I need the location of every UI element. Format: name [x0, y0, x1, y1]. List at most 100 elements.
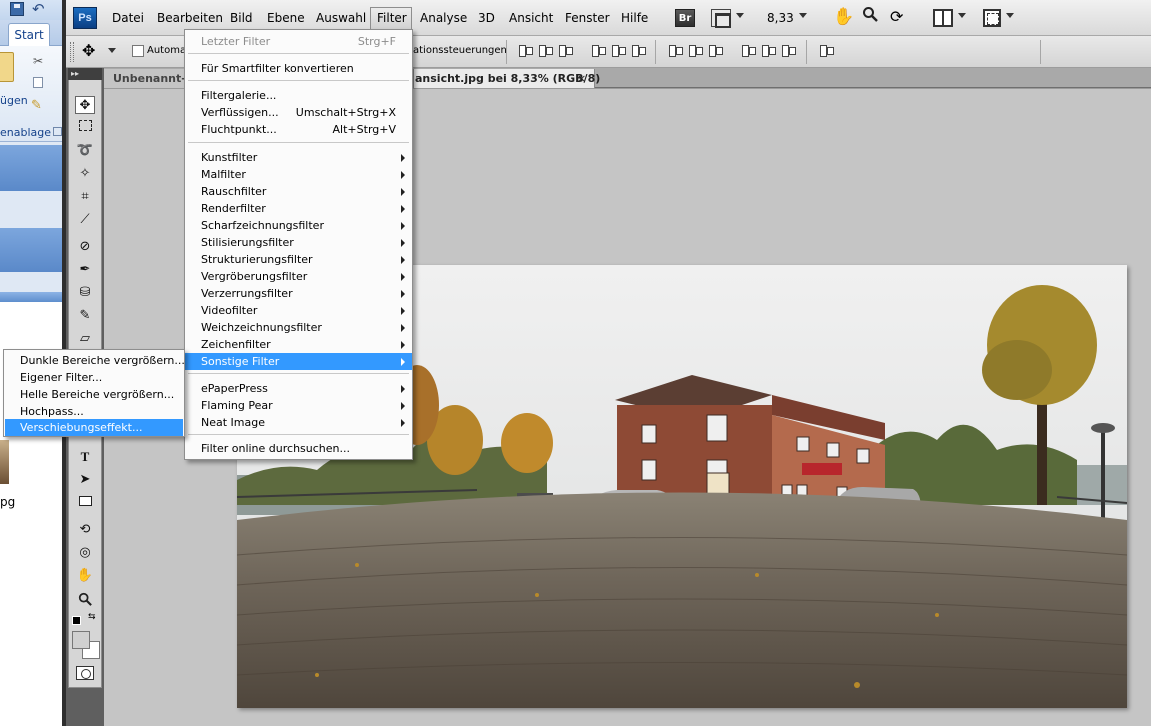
- tool-preset-chevron-icon[interactable]: [108, 48, 116, 53]
- menu-analyse[interactable]: Analyse: [420, 11, 467, 25]
- brush-tool[interactable]: ✒: [75, 261, 95, 279]
- align-left-icon[interactable]: [590, 43, 606, 57]
- image-thumbnail[interactable]: [0, 440, 9, 484]
- undo-icon[interactable]: ↶: [32, 0, 45, 18]
- menu-item-verfluessigen[interactable]: Verflüssigen... Umschalt+Strg+X: [185, 104, 412, 121]
- close-icon[interactable]: ×: [577, 72, 586, 85]
- distribute-bottom-icon[interactable]: [707, 43, 723, 57]
- menu-item-stilisierungsfilter[interactable]: Stilisierungsfilter: [185, 234, 412, 251]
- menu-datei[interactable]: Datei: [112, 11, 144, 25]
- arrange-documents-button[interactable]: [933, 9, 953, 27]
- screen-mode-button[interactable]: [983, 9, 1001, 27]
- word-tab-start[interactable]: Start: [8, 23, 50, 46]
- menu-bearbeiten[interactable]: Bearbeiten: [157, 11, 223, 25]
- paste-icon[interactable]: [0, 52, 14, 82]
- menu-item-vergroeberungsfilter[interactable]: Vergröberungsfilter: [185, 268, 412, 285]
- type-tool[interactable]: T: [75, 448, 95, 466]
- menu-item-kunstfilter[interactable]: Kunstfilter: [185, 149, 412, 166]
- menu-item-verzerrungsfilter[interactable]: Verzerrungsfilter: [185, 285, 412, 302]
- submenu-item-helle-bereiche[interactable]: Helle Bereiche vergrößern...: [5, 386, 183, 403]
- menu-item-epaperpress[interactable]: ePaperPress: [185, 380, 412, 397]
- 3d-rotate-tool[interactable]: ⟲: [75, 521, 95, 539]
- chevron-down-icon[interactable]: [958, 13, 966, 18]
- distribute-left-icon[interactable]: [740, 43, 756, 57]
- distribute-top-icon[interactable]: [667, 43, 683, 57]
- auto-align-layers-icon[interactable]: [818, 43, 834, 57]
- move-tool-icon[interactable]: ✥: [82, 41, 95, 60]
- distribute-right-icon[interactable]: [780, 43, 796, 57]
- lasso-tool[interactable]: ➰: [75, 142, 95, 160]
- submenu-item-eigener-filter[interactable]: Eigener Filter...: [5, 369, 183, 386]
- zoom-tool-icon[interactable]: [862, 6, 878, 22]
- menu-item-renderfilter[interactable]: Renderfilter: [185, 200, 412, 217]
- foreground-color-swatch[interactable]: [72, 631, 90, 649]
- swap-colors-icon[interactable]: ⇆: [88, 612, 96, 622]
- menu-filter[interactable]: Filter: [377, 11, 407, 25]
- zoom-level-field[interactable]: 8,33: [767, 11, 794, 25]
- align-top-icon[interactable]: [517, 43, 533, 57]
- toolbox-collapse-arrows[interactable]: ▸▸: [68, 68, 102, 80]
- menu-item-scharfzeichnungsfilter[interactable]: Scharfzeichnungsfilter: [185, 217, 412, 234]
- options-bar-grip[interactable]: [70, 42, 74, 62]
- menu-item-fluchtpunkt[interactable]: Fluchtpunkt... Alt+Strg+V: [185, 121, 412, 138]
- 3d-orbit-tool[interactable]: ◎: [75, 544, 95, 562]
- scissors-icon[interactable]: ✂: [33, 54, 43, 68]
- align-horizontal-center-icon[interactable]: [610, 43, 626, 57]
- marquee-tool[interactable]: [75, 119, 95, 137]
- menu-ebene[interactable]: Ebene: [267, 11, 305, 25]
- history-brush-tool[interactable]: ✎: [75, 307, 95, 325]
- menu-item-filter-online[interactable]: Filter online durchsuchen...: [185, 440, 412, 457]
- menu-item-strukturierungsfilter[interactable]: Strukturierungsfilter: [185, 251, 412, 268]
- menu-fenster[interactable]: Fenster: [565, 11, 610, 25]
- menu-3d[interactable]: 3D: [478, 11, 495, 25]
- quick-mask-button[interactable]: [76, 666, 94, 680]
- format-painter-icon[interactable]: ✎: [31, 98, 42, 113]
- hand-tool-icon[interactable]: ✋: [833, 7, 854, 27]
- align-vertical-center-icon[interactable]: [537, 43, 553, 57]
- menu-bild[interactable]: Bild: [230, 11, 253, 25]
- chevron-down-icon[interactable]: [799, 13, 807, 18]
- align-bottom-icon[interactable]: [557, 43, 573, 57]
- menu-item-zeichenfilter[interactable]: Zeichenfilter: [185, 336, 412, 353]
- magic-wand-tool[interactable]: ✧: [75, 165, 95, 183]
- menu-item-rauschfilter[interactable]: Rauschfilter: [185, 183, 412, 200]
- distribute-center-icon[interactable]: [687, 43, 703, 57]
- tab-active-document[interactable]: ansicht.jpg bei 8,33% (RGB/8): [413, 69, 600, 88]
- submenu-item-hochpass[interactable]: Hochpass...: [5, 403, 183, 420]
- menu-ansicht[interactable]: Ansicht: [509, 11, 553, 25]
- menu-item-flaming-pear[interactable]: Flaming Pear: [185, 397, 412, 414]
- healing-brush-tool[interactable]: ⊘: [75, 238, 95, 256]
- eyedropper-tool[interactable]: ⟋: [75, 211, 95, 229]
- align-right-icon[interactable]: [630, 43, 646, 57]
- path-selection-tool[interactable]: ➤: [75, 471, 95, 489]
- submenu-item-verschiebungseffekt[interactable]: Verschiebungseffekt...: [5, 419, 183, 436]
- submenu-item-dunkle-bereiche[interactable]: Dunkle Bereiche vergrößern...: [5, 352, 185, 369]
- eraser-tool[interactable]: ▱: [75, 330, 95, 348]
- crop-tool[interactable]: ⌗: [75, 188, 95, 206]
- menu-item-sonstige-filter[interactable]: Sonstige Filter: [185, 353, 412, 370]
- menu-hilfe[interactable]: Hilfe: [621, 11, 648, 25]
- hand-tool[interactable]: ✋: [75, 567, 95, 585]
- menu-item-neat-image[interactable]: Neat Image: [185, 414, 412, 431]
- chevron-down-icon[interactable]: [736, 13, 744, 18]
- menu-item-videofilter[interactable]: Videofilter: [185, 302, 412, 319]
- menu-auswahl[interactable]: Auswahl: [316, 11, 366, 25]
- paste-button-label[interactable]: ügen: [0, 94, 28, 107]
- view-extras-button[interactable]: [711, 9, 731, 28]
- save-icon[interactable]: [10, 2, 24, 16]
- zoom-tool[interactable]: [75, 590, 95, 608]
- move-tool[interactable]: ✥: [75, 96, 95, 114]
- distribute-hcenter-icon[interactable]: [760, 43, 776, 57]
- tab-unbenannt-1[interactable]: Unbenannt-1: [104, 69, 188, 88]
- rotate-view-icon[interactable]: ⟳: [890, 7, 903, 26]
- menu-item-filtergalerie[interactable]: Filtergalerie...: [185, 87, 412, 104]
- dialog-launcher-icon[interactable]: [53, 127, 62, 136]
- chevron-down-icon[interactable]: [1006, 13, 1014, 18]
- menu-item-smartfilter[interactable]: Für Smartfilter konvertieren: [185, 60, 412, 77]
- menu-item-weichzeichnungsfilter[interactable]: Weichzeichnungsfilter: [185, 319, 412, 336]
- clone-stamp-tool[interactable]: ⛁: [75, 284, 95, 302]
- auto-select-checkbox[interactable]: [132, 45, 144, 57]
- bridge-button[interactable]: Br: [675, 9, 695, 27]
- copy-icon[interactable]: [33, 77, 43, 88]
- menu-item-malfilter[interactable]: Malfilter: [185, 166, 412, 183]
